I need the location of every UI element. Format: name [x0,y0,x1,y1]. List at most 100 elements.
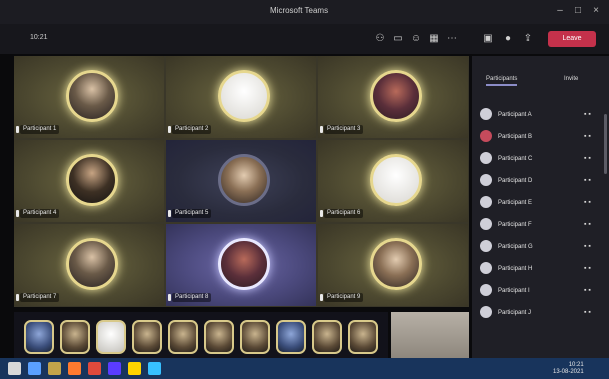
leave-button[interactable]: Leave [548,31,596,47]
teams-icon[interactable] [108,362,121,375]
mic-icon[interactable]: ▪ ▪ [584,198,600,208]
tab-invite[interactable]: Invite [564,74,578,84]
close-icon[interactable]: × [590,5,602,17]
participant-name: Participant 2 [172,125,212,134]
mic-icon[interactable]: ▪ ▪ [584,154,600,164]
list-item[interactable]: Participant E ▪ ▪ [480,194,602,212]
share-icon[interactable]: ⇪ [522,33,534,45]
avatar [480,262,492,274]
mic-icon[interactable]: ▪ ▪ [584,242,600,252]
mic-icon [16,126,19,133]
view-icon[interactable]: ▦ [428,33,440,45]
mic-icon [16,294,19,301]
list-item[interactable]: Participant G ▪ ▪ [480,238,602,256]
camera-icon[interactable]: ▣ [482,33,494,45]
avatar [218,154,270,206]
list-item[interactable]: Participant I ▪ ▪ [480,282,602,300]
participant-name: Participant F [498,222,532,228]
mic-icon[interactable]: ▪ ▪ [584,264,600,274]
avatar [370,70,422,122]
mic-icon [320,294,323,301]
avatar [480,196,492,208]
browser-icon[interactable] [68,362,81,375]
avatar [218,238,270,290]
mic-icon [16,210,19,217]
list-item[interactable]: Participant J ▪ ▪ [480,304,602,322]
maximize-icon[interactable]: □ [572,5,584,17]
file-explorer-icon[interactable] [48,362,61,375]
avatar [66,154,118,206]
app-icon[interactable] [128,362,141,375]
avatar [480,218,492,230]
meeting-toolbar: 10:21 ⚇ ▭ ☺ ▦ ⋯ ▣ ● ⇪ [0,24,609,54]
participant-name: Participant 7 [20,293,60,302]
participant-tile[interactable]: Participant 3 [318,56,468,138]
app-icon[interactable] [148,362,161,375]
tab-participants[interactable]: Participants [486,74,518,86]
participant-name: Participant 9 [324,293,364,302]
participant-name: Participant 8 [172,293,212,302]
app-icon[interactable] [88,362,101,375]
mic-icon [320,126,323,133]
participant-tile[interactable]: Participant 7 [14,224,164,306]
mic-icon[interactable]: ▪ ▪ [584,132,600,142]
panel-scrollbar[interactable] [604,114,607,174]
mic-icon[interactable]: ▪ ▪ [584,220,600,230]
participant-name: Participant I [498,288,530,294]
mic-icon [168,210,171,217]
clock-time: 10:21 [568,362,584,368]
mic-icon[interactable]: ▪ ▪ [584,110,600,120]
window-title: Microsoft Teams [270,6,329,15]
avatar [480,130,492,142]
start-icon[interactable] [8,362,21,375]
participant-tile[interactable]: Participant 1 [14,56,164,138]
mic-icon[interactable]: ▪ ▪ [584,308,600,318]
participant-name: Participant H [498,266,533,272]
participant-thumbnail[interactable] [132,320,162,354]
participant-thumbnail[interactable] [96,320,126,354]
meeting-timer: 10:21 [30,34,48,41]
participant-thumbnail[interactable] [276,320,306,354]
mic-icon[interactable]: ▪ ▪ [584,286,600,296]
avatar [480,108,492,120]
participant-thumbnail[interactable] [204,320,234,354]
list-item[interactable]: Participant A ▪ ▪ [480,106,602,124]
participant-tile[interactable]: Participant 5 [166,140,316,222]
list-item[interactable]: Participant C ▪ ▪ [480,150,602,168]
participant-tile[interactable]: Participant 4 [14,140,164,222]
avatar [480,306,492,318]
participant-thumbnail[interactable] [60,320,90,354]
mic-icon[interactable]: ● [502,33,514,45]
search-icon[interactable] [28,362,41,375]
reactions-icon[interactable]: ☺ [410,33,422,45]
list-item[interactable]: Participant D ▪ ▪ [480,172,602,190]
participant-tile[interactable]: Participant 6 [318,140,468,222]
participant-thumbnail[interactable] [24,320,54,354]
participant-thumbnail[interactable] [348,320,378,354]
list-item[interactable]: Participant F ▪ ▪ [480,216,602,234]
mic-icon[interactable]: ▪ ▪ [584,176,600,186]
taskbar: 10:21 13-08-2021 [0,358,609,379]
avatar [480,240,492,252]
participant-tile[interactable]: Participant 8 [166,224,316,306]
participant-tile[interactable]: Participant 9 [318,224,468,306]
avatar [480,284,492,296]
clock-date: 13-08-2021 [553,369,584,375]
avatar [370,154,422,206]
participant-thumbnail[interactable] [312,320,342,354]
participant-name: Participant 4 [20,209,60,218]
participant-tile[interactable]: Participant 2 [166,56,316,138]
clock[interactable]: 10:21 13-08-2021 [553,362,584,376]
title-bar: Microsoft Teams – □ × [0,0,609,24]
minimize-icon[interactable]: – [554,5,566,17]
list-item[interactable]: Participant H ▪ ▪ [480,260,602,278]
more-icon[interactable]: ⋯ [446,33,458,45]
list-item[interactable]: Participant B ▪ ▪ [480,128,602,146]
self-view-video[interactable] [391,312,469,358]
avatar [66,70,118,122]
participant-name: Participant 6 [324,209,364,218]
participant-thumbnail[interactable] [168,320,198,354]
participant-thumbnail[interactable] [240,320,270,354]
people-icon[interactable]: ⚇ [374,33,386,45]
chat-icon[interactable]: ▭ [392,33,404,45]
